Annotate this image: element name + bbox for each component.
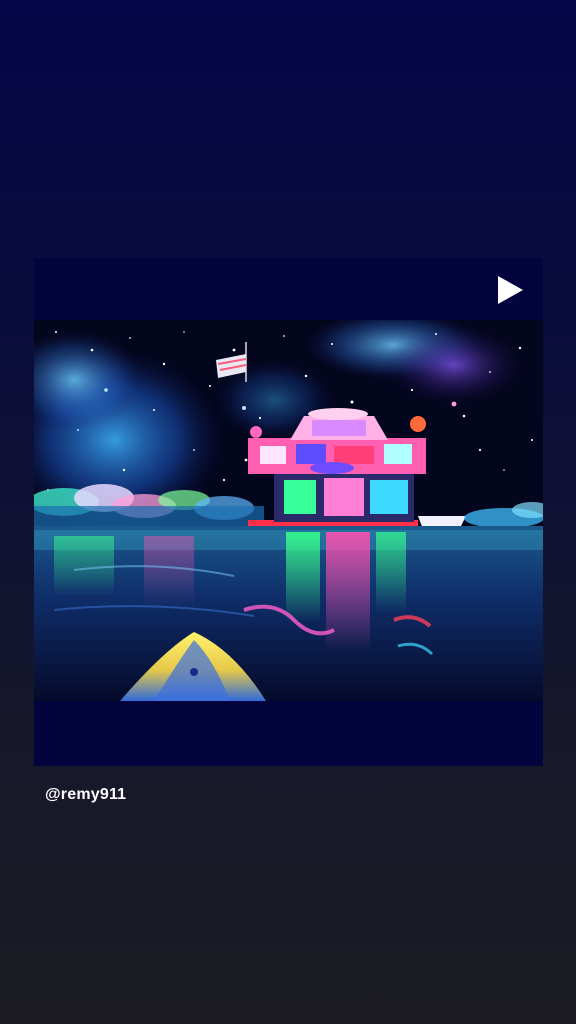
- night-lake-scene: [34, 320, 543, 701]
- post-image: [34, 320, 543, 701]
- play-button[interactable]: [495, 274, 525, 306]
- post-media-card[interactable]: [34, 258, 543, 766]
- username-label[interactable]: @remy911: [45, 786, 126, 804]
- play-icon: [498, 276, 523, 304]
